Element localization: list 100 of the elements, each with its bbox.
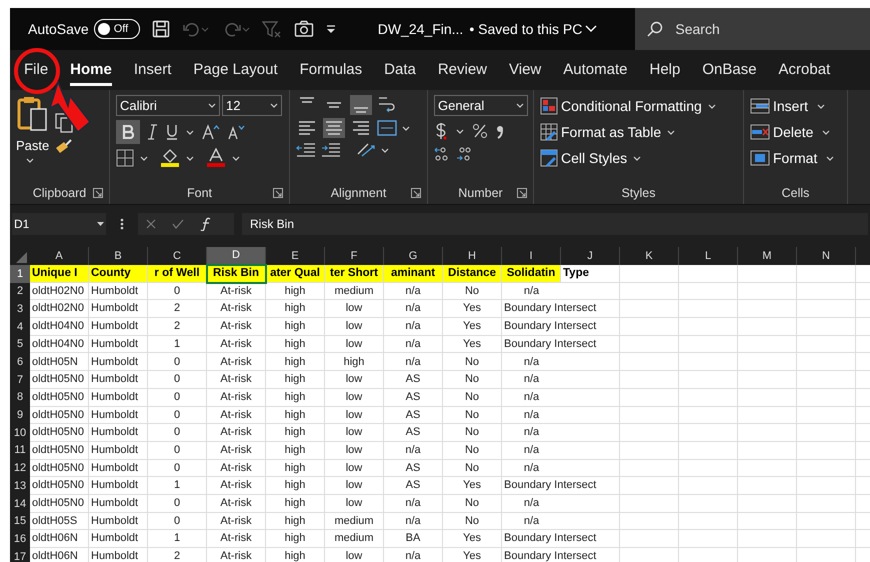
ribbon-tab[interactable]: OnBase [702,50,757,90]
row-header[interactable]: 3 [10,300,30,318]
table-cell-text: Humboldt [91,372,138,388]
merge-center-icon[interactable] [377,119,397,137]
font-size-field[interactable]: 12 [222,95,282,116]
font-name-field[interactable]: Calibri [116,95,220,116]
document-title[interactable]: DW_24_Fin... [378,18,464,40]
align-center-icon[interactable] [323,118,345,138]
row-header[interactable]: 5 [10,336,30,354]
italic-icon[interactable] [148,124,158,140]
increase-indent-icon[interactable] [321,142,341,158]
wrap-text-icon[interactable] [377,95,395,115]
row-header[interactable]: 17 [10,548,30,562]
row-header[interactable]: 1 [10,265,30,283]
chevron-icon[interactable] [402,126,410,130]
cells-menu-button[interactable]: Format [750,147,834,169]
table-cell-text: oldtH02N0 [32,284,84,299]
row-header[interactable]: 11 [10,442,30,460]
table-cell-text: Boundary Intersect [504,301,596,316]
chevron-icon[interactable] [140,156,148,160]
save-status[interactable]: • Saved to this PC [469,18,582,40]
table-cell-text: At-risk [220,496,252,512]
fill-color-icon[interactable] [160,148,180,168]
paste-button[interactable]: Paste [16,95,50,156]
decrease-font-icon[interactable] [228,124,246,140]
filter-icon[interactable] [262,20,282,38]
chevron-icon[interactable] [186,156,194,160]
row-header[interactable]: 2 [10,282,30,300]
ribbon-tab[interactable]: Page Layout [193,50,278,90]
row-header[interactable]: 14 [10,494,30,513]
ribbon-tab[interactable]: Data [384,50,416,90]
dialog-launcher-icon[interactable] [411,188,421,198]
decrease-indent-icon[interactable] [296,142,316,158]
camera-icon[interactable] [294,20,314,38]
styles-menu-button[interactable]: Conditional Formatting [540,95,716,117]
increase-font-icon[interactable] [202,124,220,140]
row-header[interactable]: 16 [10,530,30,548]
number-format-field[interactable]: General [434,95,528,116]
row-header[interactable]: 9 [10,406,30,424]
search-field[interactable]: Search [635,8,870,50]
format-painter-icon[interactable] [55,139,74,155]
table-cell-text: low [346,408,362,423]
styles-menu-button[interactable]: Format as Table [540,121,676,143]
bold-button[interactable] [116,120,140,144]
row-header[interactable]: 15 [10,512,30,530]
table-cell-text: Humboldt [91,549,138,562]
chevron-icon[interactable] [26,158,34,162]
ribbon-tab[interactable]: View [509,50,542,90]
row-header[interactable]: 13 [10,477,30,495]
row-header[interactable]: 6 [10,353,30,372]
table-cell-text: AS [406,408,420,423]
row-header[interactable]: 7 [10,371,30,389]
chevron-icon[interactable] [456,128,464,134]
row-header[interactable]: 12 [10,460,30,478]
decrease-decimal-icon[interactable] [456,146,472,162]
dialog-launcher-icon[interactable] [517,188,527,198]
align-bottom-icon[interactable] [350,95,372,115]
empty-cell [679,388,738,406]
format-cells-icon [750,150,770,166]
chevron-icon [208,103,216,108]
formula-field[interactable]: Risk Bin [242,212,868,234]
ribbon-tab[interactable]: Home [70,50,112,90]
ribbon-tab[interactable]: Formulas [300,50,362,90]
cells-menu-button[interactable]: Delete [750,121,830,143]
enter-icon[interactable] [172,218,184,228]
row-header[interactable]: 8 [10,388,30,406]
percent-icon[interactable] [472,123,488,139]
ribbon-tab[interactable]: Review [438,50,488,90]
ribbon-tab[interactable]: Acrobat [778,50,830,90]
autosave-toggle[interactable]: Off [94,19,140,39]
more-icon[interactable] [120,218,124,230]
undo-icon[interactable] [182,20,210,38]
font-color-icon[interactable] [206,148,226,168]
ribbon-tab[interactable]: Insert [134,50,172,90]
conditional-formatting-icon [540,97,558,115]
dialog-launcher-icon[interactable] [273,188,283,198]
styles-menu-button[interactable]: Cell Styles [540,147,642,169]
table-cell-text: 0 [174,372,180,388]
table-cell-text: high [344,354,364,370]
dialog-launcher-icon[interactable] [93,188,103,198]
cancel-icon[interactable] [146,218,156,228]
row-header[interactable]: 10 [10,424,30,442]
row-header[interactable]: 4 [10,318,30,336]
name-box[interactable]: D1 [12,212,106,234]
ribbon-tab[interactable]: File [24,50,48,90]
underline-icon[interactable] [166,124,178,140]
cells-menu-button[interactable]: Insert [750,95,826,117]
customize-icon[interactable] [326,24,336,34]
ribbon-tab[interactable]: Automate [563,50,628,90]
currency-icon[interactable] [434,122,448,140]
chevron-icon[interactable] [232,156,240,160]
chevron-icon[interactable] [186,130,194,134]
function-icon[interactable] [200,216,212,230]
chevron-icon[interactable] [381,148,389,152]
save-icon[interactable] [152,20,170,38]
orientation-icon[interactable] [356,142,376,158]
borders-icon[interactable] [116,149,134,167]
comma-style-icon[interactable] [496,123,504,139]
ribbon-tab[interactable]: Help [649,50,680,90]
increase-decimal-icon[interactable] [434,146,450,162]
